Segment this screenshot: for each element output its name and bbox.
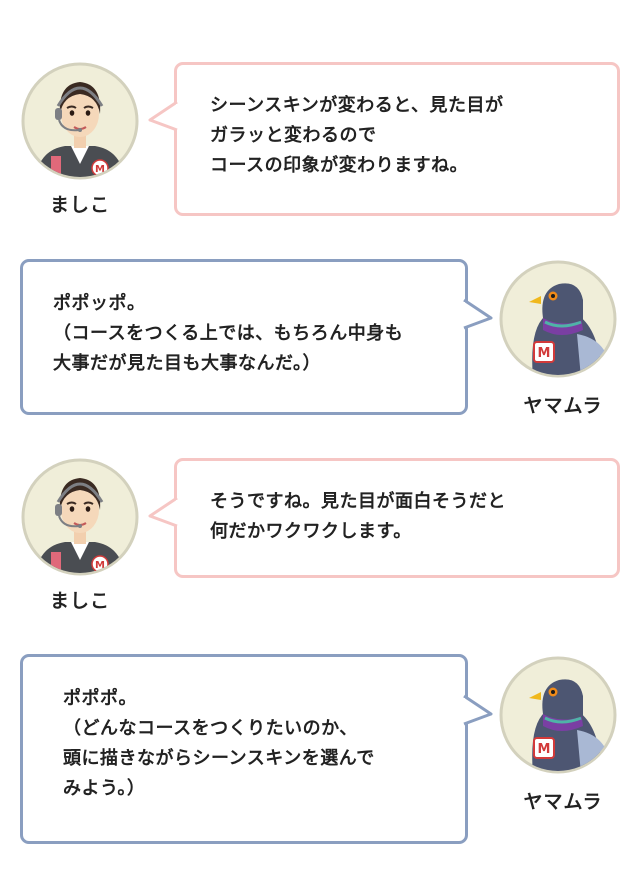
speech-bubble-tail xyxy=(148,100,178,132)
speech-bubble-tail xyxy=(148,496,178,528)
bubble-text-line: みよう。） xyxy=(63,778,146,799)
bubble-text-line: 頭に描きながらシーンスキンを選んで xyxy=(63,748,375,769)
yamamura-avatar: M xyxy=(499,656,617,774)
bubble-text-line: ポポポ。 xyxy=(63,688,137,709)
pigeon-icon: M xyxy=(499,656,617,774)
dialogue-row-4: ポポポ。 （どんなコースをつくりたいのか、 頭に描きながらシーンスキンを選んで … xyxy=(0,0,640,894)
speech-bubble: ポポポ。 （どんなコースをつくりたいのか、 頭に描きながらシーンスキンを選んで … xyxy=(20,654,468,844)
speech-bubble-tail xyxy=(463,298,493,330)
svg-text:M: M xyxy=(538,742,551,757)
speech-bubble-tail xyxy=(463,694,493,726)
speaker-name: ヤマムラ xyxy=(523,791,603,813)
bubble-text-line: （どんなコースをつくりたいのか、 xyxy=(63,718,358,739)
